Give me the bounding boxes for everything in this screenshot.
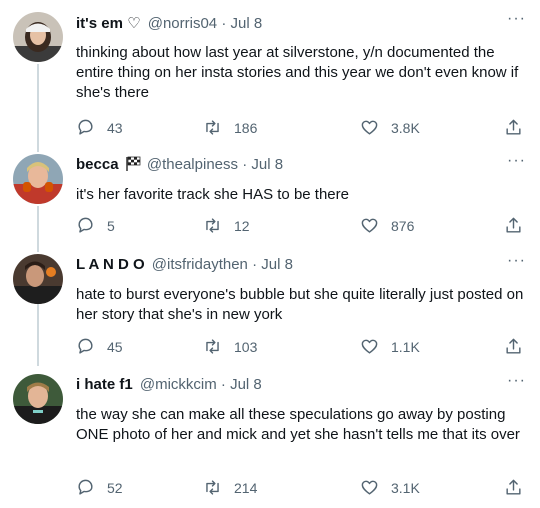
tweet-actions: 43 186 3.8K	[76, 118, 526, 140]
separator: ·	[252, 256, 258, 273]
timestamp[interactable]: Jul 8	[261, 256, 293, 273]
reply-icon	[78, 338, 93, 354]
retweet-icon	[206, 120, 219, 135]
reply-count: 5	[107, 217, 115, 234]
tweet[interactable]: i hate f1 @mickkcim · Jul 8 ··· the way …	[0, 372, 540, 504]
like-button[interactable]: 876	[360, 216, 414, 235]
avatar[interactable]	[13, 12, 63, 62]
retweet-button[interactable]: 186	[203, 118, 257, 137]
share-button[interactable]	[504, 216, 523, 235]
reply-button[interactable]: 45	[76, 337, 123, 356]
tweet-actions: 52 214 3.1K	[76, 478, 526, 500]
tweet[interactable]: becca @thealpiness · Jul 8 ··· it's her …	[0, 152, 540, 244]
tweet-header: i hate f1 @mickkcim · Jul 8	[76, 376, 262, 393]
retweet-count: 12	[234, 217, 250, 234]
tweet-header: becca @thealpiness · Jul 8	[76, 156, 283, 173]
share-icon	[506, 338, 521, 354]
avatar[interactable]	[13, 154, 63, 204]
share-icon	[506, 217, 521, 233]
retweet-icon	[206, 339, 219, 354]
like-button[interactable]: 3.8K	[360, 118, 420, 137]
retweet-count: 214	[234, 479, 258, 496]
reply-button[interactable]: 43	[76, 118, 123, 137]
like-button[interactable]: 3.1K	[360, 478, 420, 497]
avatar[interactable]	[13, 374, 63, 424]
tweet[interactable]: it's em ♡ @norris04 · Jul 8 ··· thinking…	[0, 10, 540, 142]
reply-button[interactable]: 5	[76, 216, 115, 235]
handle[interactable]: @thealpiness	[147, 156, 238, 173]
avatar[interactable]	[13, 254, 63, 304]
like-count: 876	[391, 217, 415, 234]
more-options-icon[interactable]: ···	[507, 152, 526, 170]
like-count: 3.1K	[391, 479, 420, 496]
handle[interactable]: @itsfridaythen	[152, 256, 248, 273]
heart-icon	[361, 218, 378, 233]
timestamp[interactable]: Jul 8	[251, 156, 283, 173]
tweet-actions: 5 12 876	[76, 216, 526, 238]
tweet-text: it's her favorite track she HAS to be th…	[76, 186, 349, 203]
like-count: 3.8K	[391, 119, 420, 136]
more-options-icon[interactable]: ···	[507, 372, 526, 390]
retweet-button[interactable]: 103	[203, 337, 257, 356]
heart-icon	[361, 120, 378, 135]
retweet-button[interactable]: 12	[203, 216, 250, 235]
tweet-header: it's em ♡ @norris04 · Jul 8	[76, 14, 262, 32]
tweet-actions: 45 103 1.1K	[76, 337, 526, 359]
like-count: 1.1K	[391, 338, 420, 355]
retweet-button[interactable]: 214	[203, 478, 257, 497]
tweet-text: thinking about how last year at silverst…	[76, 44, 519, 101]
display-name[interactable]: i hate f1	[76, 376, 133, 393]
retweet-icon	[206, 218, 219, 233]
reply-icon	[78, 479, 93, 495]
checkered-flag-icon	[125, 156, 141, 171]
reply-count: 43	[107, 119, 123, 136]
like-button[interactable]: 1.1K	[360, 337, 420, 356]
reply-icon	[78, 119, 93, 135]
reply-count: 52	[107, 479, 123, 496]
tweet-text: the way she can make all these speculati…	[76, 406, 520, 443]
share-icon	[506, 479, 521, 495]
share-button[interactable]	[504, 478, 523, 497]
retweet-count: 186	[234, 119, 258, 136]
handle[interactable]: @mickkcim	[140, 376, 217, 393]
timestamp[interactable]: Jul 8	[230, 15, 262, 32]
tweet-text: hate to burst everyone's bubble but she …	[76, 286, 524, 323]
timestamp[interactable]: Jul 8	[230, 376, 262, 393]
retweet-count: 103	[234, 338, 258, 355]
more-options-icon[interactable]: ···	[507, 252, 526, 270]
heart-icon	[361, 480, 378, 495]
share-button[interactable]	[504, 337, 523, 356]
retweet-icon	[206, 480, 219, 495]
reply-count: 45	[107, 338, 123, 355]
display-name[interactable]: L A N D O	[76, 256, 145, 273]
display-name[interactable]: becca	[76, 156, 119, 173]
separator: ·	[221, 15, 227, 32]
separator: ·	[242, 156, 248, 173]
display-name[interactable]: it's em ♡	[76, 15, 141, 32]
share-icon	[506, 119, 521, 135]
tweet[interactable]: L A N D O @itsfridaythen · Jul 8 ··· hat…	[0, 252, 540, 364]
tweet-header: L A N D O @itsfridaythen · Jul 8	[76, 256, 293, 273]
heart-icon	[361, 339, 378, 354]
separator: ·	[220, 376, 226, 393]
share-button[interactable]	[504, 118, 523, 137]
more-options-icon[interactable]: ···	[507, 10, 526, 28]
reply-button[interactable]: 52	[76, 478, 123, 497]
handle[interactable]: @norris04	[148, 15, 217, 32]
reply-icon	[78, 217, 93, 233]
